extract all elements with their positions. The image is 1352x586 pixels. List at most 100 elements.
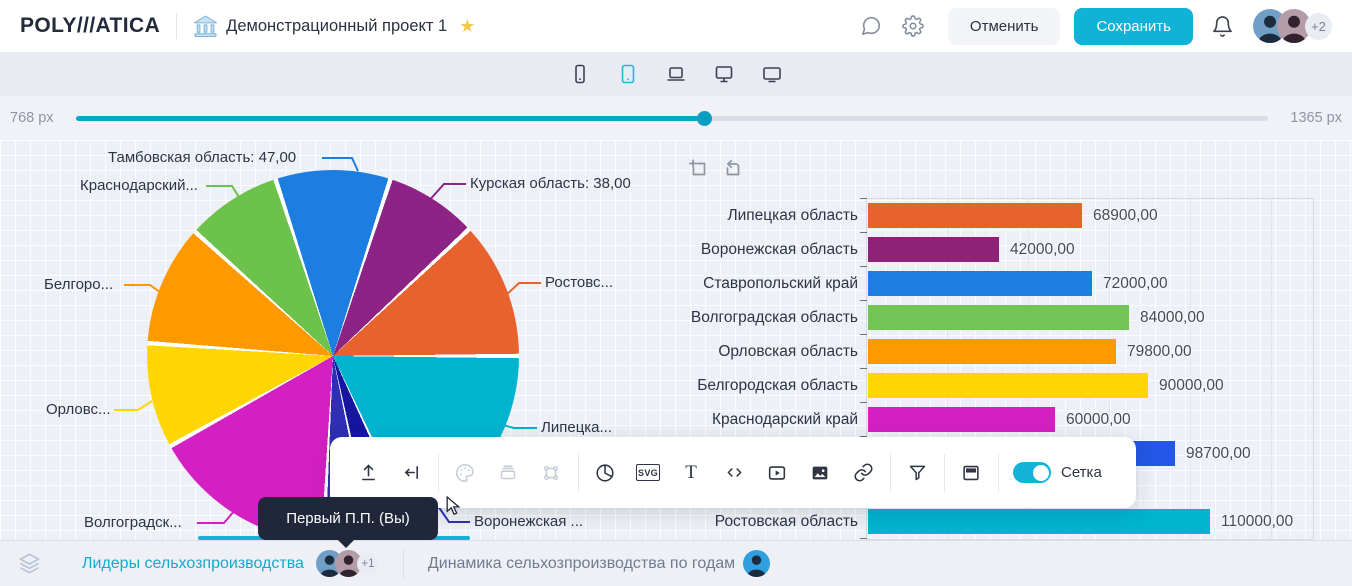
selection-frame-button[interactable] xyxy=(539,461,563,485)
pie-callout-label: Тамбовская область: 47,00 xyxy=(108,149,296,166)
device-desktop-button[interactable] xyxy=(710,60,738,88)
user-tooltip-text: Первый П.П. (Вы) xyxy=(286,510,410,527)
bar[interactable] xyxy=(868,305,1129,330)
bar-category-label: Ставропольский край xyxy=(640,271,858,296)
grid-toggle[interactable] xyxy=(1013,462,1051,483)
slider-min-label: 768 px xyxy=(10,110,54,126)
box-button[interactable] xyxy=(496,461,520,485)
project-title[interactable]: Демонстрационный проект 1 xyxy=(226,17,447,36)
axis-tick xyxy=(860,266,867,268)
pie-callout-label: Орловс... xyxy=(46,401,111,418)
bar[interactable] xyxy=(868,407,1055,432)
collapse-left-icon xyxy=(401,462,422,483)
tab-collaborators-overflow-badge: +1 xyxy=(357,553,379,575)
video-insert-button[interactable] xyxy=(765,461,789,485)
box-icon xyxy=(497,462,519,484)
cancel-button[interactable]: Отменить xyxy=(948,8,1061,45)
bar-value-label: 68900,00 xyxy=(1093,203,1158,228)
bar[interactable] xyxy=(868,271,1092,296)
image-icon xyxy=(809,462,831,484)
upload-icon xyxy=(358,462,379,483)
tab-dynamics[interactable]: Динамика сельхозпроизводства по годам xyxy=(404,541,794,586)
dashboard-canvas[interactable]: Тамбовская область: 47,00Курская область… xyxy=(0,140,1352,540)
sheets-list-button[interactable] xyxy=(0,541,58,586)
bar-value-label: 90000,00 xyxy=(1159,373,1224,398)
header-divider xyxy=(176,13,177,39)
bar-category-label: Краснодарский край xyxy=(640,407,858,432)
tab-collaborators: +1 xyxy=(316,550,379,577)
widget-toolbar: SVG T Сетка xyxy=(330,437,1136,508)
pie-callout-line xyxy=(504,283,541,297)
palette-button[interactable] xyxy=(453,461,477,485)
desktop-monitor-icon xyxy=(712,62,736,86)
tab-label: Динамика сельхозпроизводства по годам xyxy=(428,555,735,573)
axis-tick xyxy=(860,368,867,370)
toolbar-separator xyxy=(998,454,999,492)
text-insert-button[interactable]: T xyxy=(679,461,703,485)
svg-icon: SVG xyxy=(636,464,661,481)
sheet-tabbar: Лидеры сельхозпроизводства +1 Динамика с… xyxy=(0,540,1352,586)
bar-value-label: 98700,00 xyxy=(1186,441,1251,466)
filter-icon xyxy=(907,462,928,483)
code-icon xyxy=(724,462,745,483)
pie-callout-label: Воронежская ... xyxy=(474,513,583,530)
tv-icon xyxy=(760,62,784,86)
add-frame-button[interactable] xyxy=(688,158,710,180)
device-laptop-button[interactable] xyxy=(662,60,690,88)
toolbar-separator xyxy=(438,454,439,492)
toolbar-separator xyxy=(578,454,579,492)
chat-button[interactable] xyxy=(858,13,884,39)
bar-category-label: Липецкая область xyxy=(640,203,858,228)
history-back-button[interactable] xyxy=(722,158,744,180)
link-insert-button[interactable] xyxy=(851,461,875,485)
star-icon[interactable]: ★ xyxy=(459,16,475,37)
device-smartphone-button[interactable] xyxy=(566,60,594,88)
pie-chart-icon xyxy=(594,462,616,484)
filter-button[interactable] xyxy=(905,461,929,485)
bar[interactable] xyxy=(868,237,999,262)
chat-bubble-icon xyxy=(860,15,882,37)
width-slider-thumb[interactable] xyxy=(697,111,712,126)
svg-insert-button[interactable]: SVG xyxy=(636,461,660,485)
collaborators-overflow-badge[interactable]: +2 xyxy=(1305,13,1332,40)
collapse-left-button[interactable] xyxy=(399,461,423,485)
pie-callout-line xyxy=(114,401,152,410)
width-slider-track[interactable] xyxy=(76,116,1269,121)
add-frame-icon xyxy=(688,158,710,180)
pie-callout-line xyxy=(322,158,358,171)
palette-icon xyxy=(454,462,476,484)
bar-value-label: 110000,00 xyxy=(1221,509,1293,534)
code-insert-button[interactable] xyxy=(722,461,746,485)
notifications-button[interactable] xyxy=(1209,13,1235,39)
layers-icon xyxy=(18,552,41,575)
slider-max-label: 1365 px xyxy=(1290,110,1342,126)
axis-tick xyxy=(860,334,867,336)
selection-frame-icon xyxy=(540,462,562,484)
polymatica-logo: POLY///ATICA xyxy=(20,14,160,38)
bar[interactable] xyxy=(868,509,1210,534)
grid-toggle-label: Сетка xyxy=(1061,464,1102,481)
layout-header-button[interactable] xyxy=(959,461,983,485)
settings-button[interactable] xyxy=(900,13,926,39)
bar[interactable] xyxy=(868,373,1148,398)
app: { "header": { "logo": "POLY///ATICA", "t… xyxy=(0,0,1352,586)
bar-value-label: 72000,00 xyxy=(1103,271,1168,296)
pie-chart-button[interactable] xyxy=(593,461,617,485)
device-tablet-button[interactable] xyxy=(614,60,642,88)
bar[interactable] xyxy=(868,339,1116,364)
device-tv-button[interactable] xyxy=(758,60,786,88)
device-preview-bar xyxy=(0,52,1352,96)
upload-button[interactable] xyxy=(356,461,380,485)
header-collaborators[interactable]: +2 xyxy=(1253,9,1332,43)
bank-icon xyxy=(193,15,218,38)
layout-header-icon xyxy=(960,462,982,484)
bar-category-label: Волгоградская область xyxy=(640,305,858,330)
bar-category-label: Ростовская область xyxy=(640,509,858,534)
avatar xyxy=(743,550,770,577)
image-insert-button[interactable] xyxy=(808,461,832,485)
bar[interactable] xyxy=(868,203,1082,228)
bar-widget-actions xyxy=(688,158,744,180)
save-button[interactable]: Сохранить xyxy=(1074,8,1193,45)
pie-callout-label: Белгоро... xyxy=(44,276,113,293)
smartphone-icon xyxy=(568,62,592,86)
